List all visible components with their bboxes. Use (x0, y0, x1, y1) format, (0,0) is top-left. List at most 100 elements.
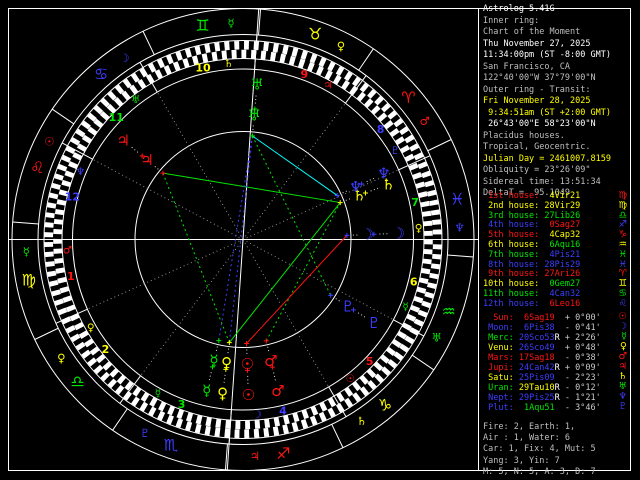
sign-ruler-icon-taurus: ♀ (337, 39, 345, 53)
sign-ruler-icon-virgo: ☿ (23, 244, 30, 258)
header-line: 122°40'00"W 37°79'00"N (483, 73, 596, 83)
mars-pointer-outer (273, 372, 277, 383)
sign-boundary-line (112, 408, 128, 431)
stats-line: Fire: 2, Earth: 1, (483, 422, 576, 432)
sign-ruler-icon-scorpio: ♇ (140, 426, 150, 440)
sign-ruler-icon-leo: ☉ (44, 134, 54, 148)
uranus-pointer-outer (254, 93, 257, 104)
sign-boundary-line (12, 221, 39, 225)
header-line: Obliquity = 23°26'09" (483, 165, 591, 175)
house-ruler-icon-3: ☿ (155, 388, 161, 400)
mercury-pointer-outer (208, 372, 212, 383)
header-line: Tropical, Geocentric. (483, 142, 591, 152)
planet-glyph-neptune-outer: ♆ (377, 165, 390, 183)
sign-icon: ♌ (618, 297, 627, 309)
header-line: Chart of the Moment (483, 27, 581, 37)
planet-glyph-moon-outer: ☽ (392, 224, 405, 242)
planet-row: Uran: 29Tau10R - 0°12' ♅ (483, 381, 627, 394)
jupiter-pointer-inner (152, 164, 159, 170)
astrolog-window: ♈ ♂ ♉ ♀ ♊ ☿ ♋ ☽ ♌ ☉ ♍ ☿ ♎ ♀ ♏ ♇ ♐ ♃ ♑ ♄ ♒ ♅ ♓ ♆ 1 ♂ 2 ♀ 3 ☿ 4 ☽ 5 ☉ 6 ☿ 7 ♀ 8 ♇… (0, 0, 640, 480)
house-number-7: 7 (411, 196, 419, 209)
house-ruler-icon-4: ☽ (253, 409, 262, 421)
planet-row: Venu: 26Sco49 + 0°48' ♀ (483, 341, 627, 354)
planet-position-list: Sun: 6Sag19 + 0°00' ☉ Moon: 6Pis38 - 0°41… (483, 311, 630, 414)
house-number-1: 1 (67, 270, 75, 283)
stats-line: Yang: 3, Yin: 7 (483, 455, 560, 466)
house-cusp-spoke (92, 158, 244, 240)
plut-icon: ♇ (618, 401, 627, 412)
sign-ruler-icon-libra: ♀ (57, 351, 65, 365)
house-number-6: 6 (410, 276, 418, 289)
header-line: Fri November 28, 2025 (483, 96, 591, 106)
neptune-pointer-outer (366, 176, 376, 183)
sign-boundary-line (427, 139, 452, 152)
element-statistics: Fire: 2, Earth: 1, Air : 1, Water: 6 Car: … (483, 422, 630, 478)
sign-glyph-aries: ♈ (401, 88, 415, 107)
house-ruler-icon-5: ☉ (346, 373, 355, 385)
header-line: Thu November 27, 2025 (483, 38, 591, 49)
sign-ruler-icon-cancer: ☽ (119, 51, 129, 65)
sign-boundary-line (331, 424, 344, 448)
house-number-2: 2 (102, 343, 110, 356)
house-number-8: 8 (377, 123, 385, 136)
planet-glyph-sun-outer: ☉ (242, 386, 255, 404)
house-number-9: 9 (301, 68, 309, 81)
sign-glyph-capricorn: ♑ (378, 395, 392, 414)
house-number-11: 11 (109, 111, 124, 124)
sign-ruler-icon-gemini: ☿ (228, 16, 235, 30)
aspect-line-sun-moon (246, 235, 348, 344)
stats-line: Car: 1, Fix: 4, Mut: 5 (483, 444, 596, 455)
jupiter-pointer-outer (129, 145, 139, 153)
jupiter-marker-inner (160, 170, 166, 176)
header-line: Astrolog 5.41G (483, 4, 555, 14)
sign-boundary-line (411, 354, 434, 371)
house-ruler-icon-12: ♆ (76, 166, 85, 178)
planet-glyph-uranus-outer: ♅ (250, 76, 263, 94)
sign-boundary-line (358, 48, 374, 71)
sign-glyph-leo: ♌ (30, 158, 44, 177)
aspect-line-jupiter-venus (162, 172, 230, 343)
house-number-5: 5 (366, 355, 374, 368)
sign-ruler-icon-aries: ♂ (420, 114, 430, 128)
header-line: Julian Day = 2461007.8159 (483, 153, 611, 164)
header-line: 9:34:51am (ST +2:00 GMT) (483, 107, 611, 118)
house-ruler-icon-11: ♅ (131, 94, 140, 106)
house-cusp-spoke (242, 169, 399, 240)
sign-boundary-line (52, 108, 75, 125)
planet-glyph-pluto-inner: ♇ (341, 297, 354, 315)
house-ruler-icon-9: ♃ (323, 79, 332, 91)
sign-boundary-line (447, 254, 474, 258)
header-line: Outer ring - Transit: (483, 84, 591, 95)
house-cusp-spoke (87, 239, 244, 310)
sign-glyph-taurus: ♉ (308, 24, 322, 43)
planet-row: Satu: 25Pis09 - 2°23' ♄ (483, 371, 627, 384)
house-number-3: 3 (178, 398, 186, 411)
header-line: Inner ring: (483, 15, 540, 26)
house-cusp-list: 1st house: 4Vir21 ♍ 2nd house: 28Vir29 ♍ 3… (483, 191, 630, 310)
planet-row: Plut: 1Aqu51 - 3°46' ♇ (483, 401, 627, 414)
house-ruler-icon-1: ♂ (63, 244, 72, 256)
stats-line: M: 5, N: 5, A: 3, D: 7 (483, 466, 596, 477)
house-cusp-spoke (156, 91, 244, 240)
planet-row: Sun: 6Sag19 + 0°00' ☉ (483, 311, 627, 324)
planet-row: Merc: 20Sco53R + 2°26' ☿ (483, 331, 627, 344)
venus-pointer-outer (223, 374, 226, 385)
header-line: Sidereal time: 13:51:34 (483, 176, 601, 187)
mars-marker-inner (263, 338, 269, 344)
saturn-pointer-inner (345, 197, 353, 201)
planet-glyph-pluto-outer: ♇ (367, 314, 380, 332)
planet-glyph-venus-outer: ♀ (217, 385, 228, 403)
header-line: San Francisco, CA (483, 61, 570, 72)
sign-glyph-aquarius: ♒ (442, 302, 456, 321)
sign-ruler-icon-sagittarius: ♃ (250, 449, 260, 463)
neptune-pointer-inner (342, 189, 349, 194)
sign-glyph-cancer: ♋ (94, 65, 108, 84)
stats-line: Air : 1, Water: 6 (483, 433, 570, 444)
planet-row: Mars: 17Sag18 - 0°38' ♂ (483, 351, 627, 364)
house-row: 12th house: 6Leo16 ♌ (483, 297, 627, 309)
planet-row: Jupi: 24Can42R + 0°09' ♃ (483, 361, 627, 374)
sign-ruler-icon-capricorn: ♄ (357, 414, 367, 428)
sign-glyph-pisces: ♓ (450, 190, 464, 209)
sign-glyph-scorpio: ♏ (164, 436, 178, 455)
sign-glyph-libra: ♎ (70, 372, 84, 391)
